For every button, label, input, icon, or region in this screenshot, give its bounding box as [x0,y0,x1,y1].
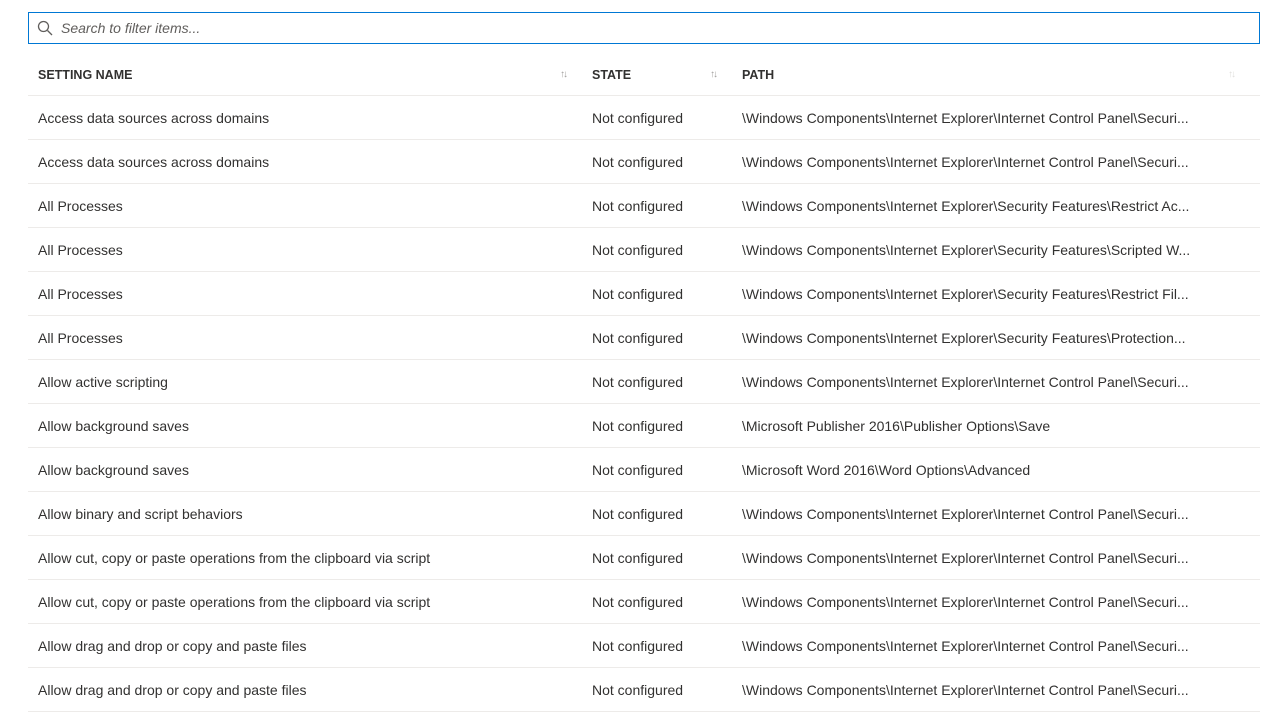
column-header-name[interactable]: SETTING NAME ↑↓ [28,68,592,82]
cell-state: Not configured [592,682,742,698]
cell-path: \Windows Components\Internet Explorer\Se… [742,330,1260,346]
cell-state: Not configured [592,550,742,566]
sort-icon: ↑↓ [560,69,584,80]
cell-state: Not configured [592,374,742,390]
cell-state: Not configured [592,330,742,346]
table-row[interactable]: All ProcessesNot configured\Windows Comp… [28,228,1260,272]
cell-state: Not configured [592,506,742,522]
cell-setting-name: Allow active scripting [28,374,592,390]
table-row[interactable]: Allow background savesNot configured\Mic… [28,404,1260,448]
cell-path: \Windows Components\Internet Explorer\In… [742,374,1260,390]
cell-path: \Windows Components\Internet Explorer\Se… [742,198,1260,214]
table-row[interactable]: Allow drag and drop or copy and paste fi… [28,668,1260,712]
cell-setting-name: Allow drag and drop or copy and paste fi… [28,682,592,698]
cell-setting-name: Access data sources across domains [28,154,592,170]
cell-state: Not configured [592,154,742,170]
cell-state: Not configured [592,462,742,478]
table-row[interactable]: All ProcessesNot configured\Windows Comp… [28,316,1260,360]
cell-path: \Windows Components\Internet Explorer\In… [742,154,1260,170]
table-row[interactable]: Allow drag and drop or copy and paste fi… [28,624,1260,668]
cell-setting-name: Allow binary and script behaviors [28,506,592,522]
table-row[interactable]: Allow active scriptingNot configured\Win… [28,360,1260,404]
search-input[interactable] [61,20,1251,36]
cell-path: \Windows Components\Internet Explorer\In… [742,594,1260,610]
search-icon [37,20,53,36]
cell-setting-name: All Processes [28,286,592,302]
cell-state: Not configured [592,638,742,654]
table-header-row: SETTING NAME ↑↓ STATE ↑↓ PATH ↑↓ [28,54,1260,96]
cell-path: \Windows Components\Internet Explorer\In… [742,638,1260,654]
settings-table: SETTING NAME ↑↓ STATE ↑↓ PATH ↑↓ Access … [28,54,1260,712]
cell-setting-name: Allow drag and drop or copy and paste fi… [28,638,592,654]
table-row[interactable]: Allow binary and script behaviorsNot con… [28,492,1260,536]
cell-path: \Windows Components\Internet Explorer\In… [742,506,1260,522]
cell-state: Not configured [592,110,742,126]
table-row[interactable]: All ProcessesNot configured\Windows Comp… [28,184,1260,228]
cell-path: \Windows Components\Internet Explorer\In… [742,110,1260,126]
table-row[interactable]: All ProcessesNot configured\Windows Comp… [28,272,1260,316]
cell-setting-name: Allow background saves [28,462,592,478]
column-header-state-label: STATE [592,68,631,82]
cell-path: \Windows Components\Internet Explorer\In… [742,682,1260,698]
table-row[interactable]: Allow cut, copy or paste operations from… [28,536,1260,580]
cell-setting-name: Access data sources across domains [28,110,592,126]
cell-path: \Microsoft Publisher 2016\Publisher Opti… [742,418,1260,434]
cell-setting-name: All Processes [28,242,592,258]
table-row[interactable]: Allow cut, copy or paste operations from… [28,580,1260,624]
cell-state: Not configured [592,198,742,214]
cell-path: \Windows Components\Internet Explorer\In… [742,550,1260,566]
cell-setting-name: Allow cut, copy or paste operations from… [28,550,592,566]
sort-icon: ↑↓ [710,69,734,80]
cell-setting-name: All Processes [28,198,592,214]
sort-icon: ↑↓ [1228,69,1252,80]
column-header-path[interactable]: PATH ↑↓ [742,68,1260,82]
cell-state: Not configured [592,418,742,434]
cell-state: Not configured [592,242,742,258]
table-row[interactable]: Access data sources across domainsNot co… [28,140,1260,184]
cell-setting-name: Allow background saves [28,418,592,434]
cell-setting-name: Allow cut, copy or paste operations from… [28,594,592,610]
table-row[interactable]: Access data sources across domainsNot co… [28,96,1260,140]
column-header-state[interactable]: STATE ↑↓ [592,68,742,82]
column-header-path-label: PATH [742,68,774,82]
table-body: Access data sources across domainsNot co… [28,96,1260,712]
cell-path: \Microsoft Word 2016\Word Options\Advanc… [742,462,1260,478]
cell-path: \Windows Components\Internet Explorer\Se… [742,242,1260,258]
column-header-name-label: SETTING NAME [38,68,132,82]
table-row[interactable]: Allow background savesNot configured\Mic… [28,448,1260,492]
search-container[interactable] [28,12,1260,44]
cell-setting-name: All Processes [28,330,592,346]
cell-path: \Windows Components\Internet Explorer\Se… [742,286,1260,302]
cell-state: Not configured [592,286,742,302]
cell-state: Not configured [592,594,742,610]
